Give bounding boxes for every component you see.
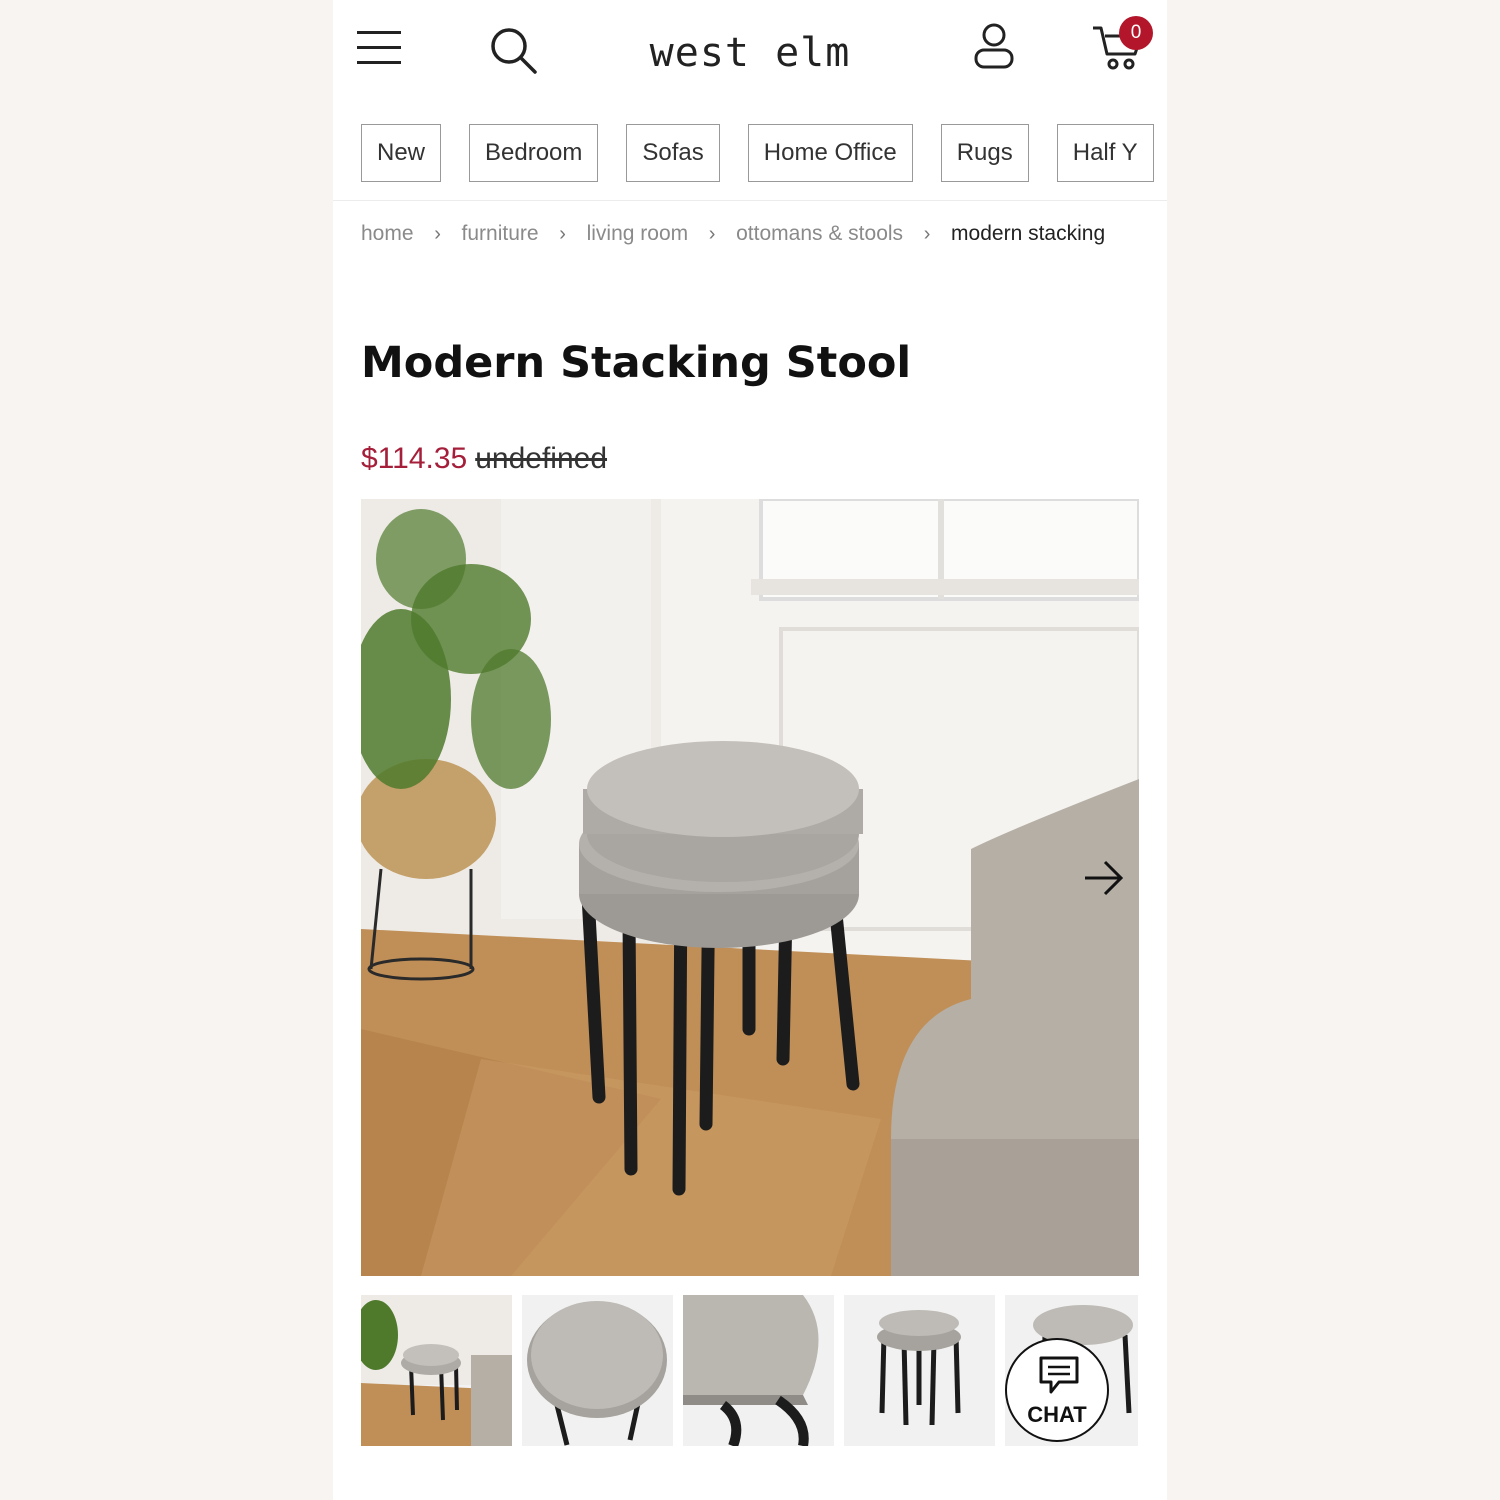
- tab-home-office[interactable]: Home Office: [747, 124, 913, 182]
- breadcrumb-furniture[interactable]: furniture: [462, 222, 539, 246]
- user-icon[interactable]: [973, 22, 1015, 70]
- tab-rugs[interactable]: Rugs: [940, 124, 1029, 182]
- breadcrumb: home › furniture › living room › ottoman…: [361, 222, 1105, 246]
- thumbnail-2[interactable]: [522, 1295, 673, 1446]
- chat-bubble-icon: [1039, 1356, 1079, 1394]
- chevron-right-icon: ›: [923, 222, 931, 245]
- thumbnail-1[interactable]: [361, 1295, 512, 1446]
- chevron-right-icon: ›: [559, 222, 566, 245]
- product-photo: [361, 499, 1139, 1276]
- thumbnail-3[interactable]: [683, 1295, 834, 1446]
- breadcrumb-ottomans-stools[interactable]: ottomans & stools: [736, 222, 903, 246]
- category-tabs: New Bedroom Sofas Home Office Rugs Half …: [361, 124, 1154, 182]
- breadcrumb-current: modern stacking: [951, 222, 1106, 245]
- thumbnail-4[interactable]: [844, 1295, 995, 1446]
- original-price: undefined: [475, 442, 608, 475]
- arrow-right-icon[interactable]: [1081, 855, 1127, 901]
- price: $114.35 undefined: [361, 442, 607, 476]
- tab-new[interactable]: New: [361, 124, 442, 182]
- breadcrumb-living-room[interactable]: living room: [587, 222, 689, 246]
- breadcrumb-home[interactable]: home: [361, 222, 414, 246]
- chat-button[interactable]: CHAT: [1005, 1338, 1109, 1442]
- brand-logo[interactable]: west elm: [333, 30, 1167, 76]
- chat-label: CHAT: [1027, 1402, 1087, 1427]
- tab-bedroom[interactable]: Bedroom: [469, 124, 599, 182]
- product-page: west elm 0 New Bedroom Sofas Home Office…: [333, 0, 1167, 1500]
- tab-half-yearly[interactable]: Half Y: [1056, 124, 1154, 182]
- product-title: Modern Stacking Stool: [361, 338, 912, 388]
- product-main-image[interactable]: [361, 499, 1139, 1276]
- tab-sofas[interactable]: Sofas: [626, 124, 720, 182]
- chevron-right-icon: ›: [434, 222, 441, 245]
- chevron-right-icon: ›: [708, 222, 716, 245]
- sale-price: $114.35: [361, 442, 468, 475]
- header-divider: [333, 200, 1167, 201]
- cart-count-badge: 0: [1119, 16, 1153, 50]
